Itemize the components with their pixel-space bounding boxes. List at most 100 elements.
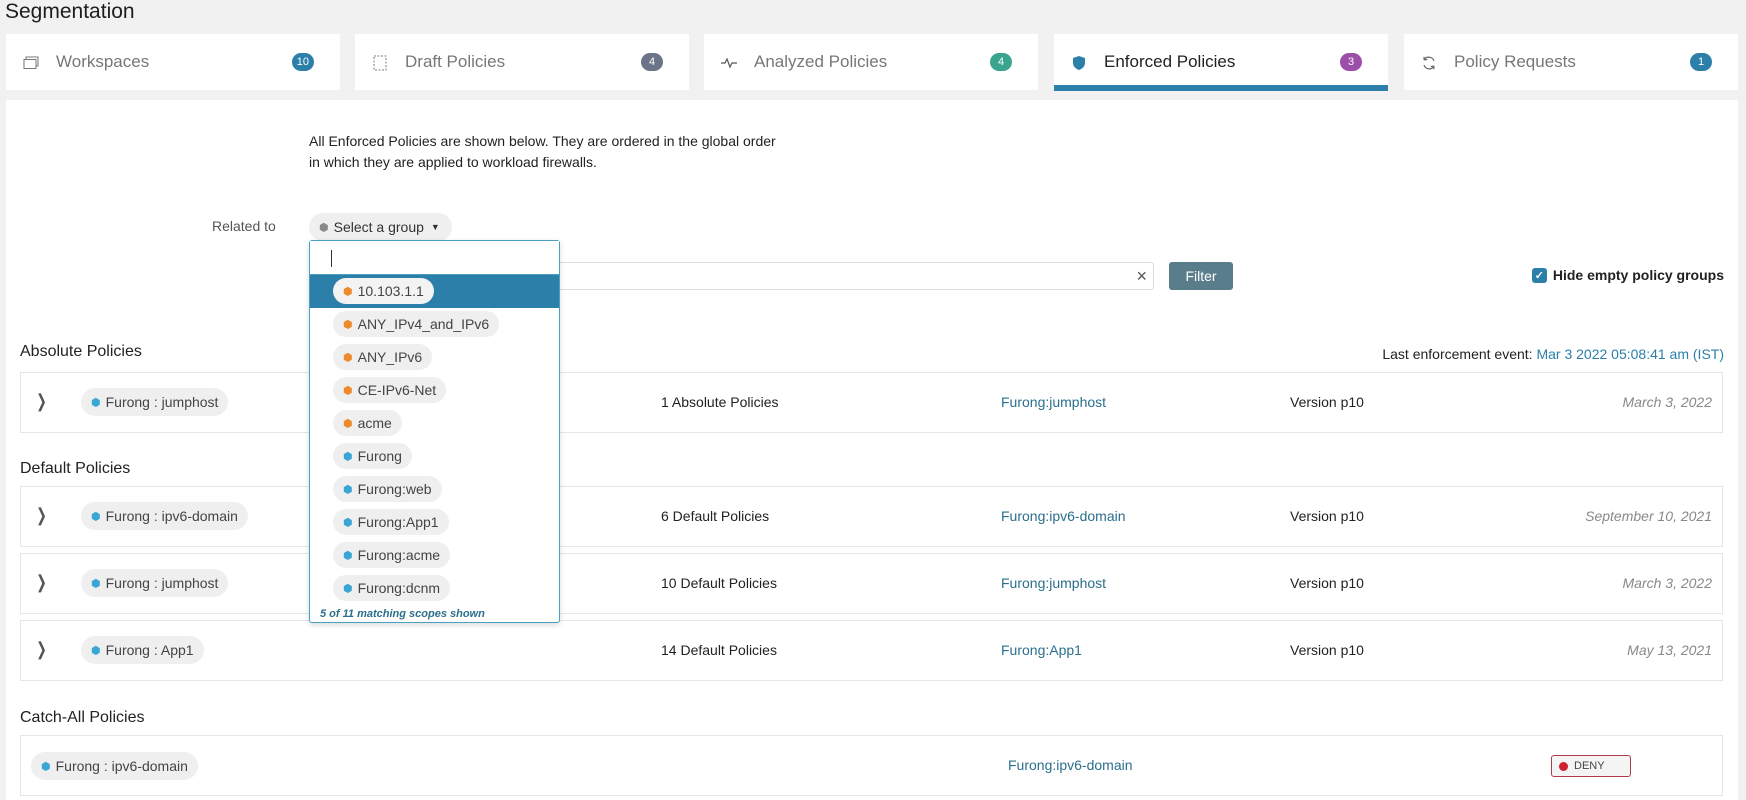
chevron-right-icon[interactable]: ❯ [36, 505, 47, 526]
tab-workspaces[interactable]: Workspaces 10 [6, 34, 340, 90]
action-badge[interactable]: DENY [1551, 755, 1631, 777]
group-option-label: Furong:web [357, 481, 432, 497]
group-pill: ⬢ ANY_IPv6 [333, 344, 433, 370]
chevron-right-icon[interactable]: ❯ [36, 639, 47, 660]
scope-pill: ⬢ Furong : ipv6-domain [31, 752, 198, 780]
policy-row[interactable]: ❯ ⬢ Furong : App1 14 Default Policies Fur… [20, 620, 1723, 681]
tab-enforced-policies[interactable]: Enforced Policies 3 [1054, 34, 1388, 91]
cube-icon: ⬢ [343, 450, 353, 463]
scope-name: Furong : ipv6-domain [105, 508, 238, 524]
policy-count: 1 Absolute Policies [661, 394, 779, 410]
last-event-label: Last enforcement event: [1382, 346, 1533, 362]
page-title: Segmentation [5, 0, 135, 23]
tab-policy-requests[interactable]: Policy Requests 1 [1404, 34, 1738, 90]
group-pill: ⬢ Furong:dcnm [333, 575, 451, 601]
group-option[interactable]: ⬢ Furong:web [310, 473, 559, 506]
tab-label: Policy Requests [1454, 52, 1576, 71]
group-option[interactable]: ⬢ Furong:App1 [310, 506, 559, 539]
group-option[interactable]: ⬢ ANY_IPv4_and_IPv6 [310, 308, 559, 341]
policy-count: 14 Default Policies [661, 642, 777, 658]
version: Version p10 [1290, 508, 1364, 524]
tab-draft-policies[interactable]: Draft Policies 4 [355, 34, 689, 90]
matching-scopes-footer: 5 of 11 matching scopes shown [320, 608, 485, 620]
scope-pill: ⬢ Furong : App1 [81, 636, 204, 664]
related-to-label: Related to [212, 218, 276, 234]
tab-label: Enforced Policies [1104, 52, 1236, 71]
filter-search-input[interactable]: × [540, 262, 1154, 290]
group-option-label: Furong [357, 448, 402, 464]
cube-icon: ⬢ [343, 516, 353, 529]
count-badge: 4 [641, 53, 663, 71]
tab-analyzed-policies[interactable]: Analyzed Policies 4 [704, 34, 1038, 90]
group-option[interactable]: ⬢ Furong [310, 440, 559, 473]
group-pill: ⬢ Furong:acme [333, 542, 451, 568]
policy-row[interactable]: ❯ ⬢ Furong : ipv6-domain 6 Default Polici… [20, 486, 1723, 547]
select-group-label: Select a group [333, 219, 424, 235]
tab-label: Draft Policies [405, 52, 506, 71]
version: Version p10 [1290, 575, 1364, 591]
group-option[interactable]: ⬢ Furong:acme [310, 539, 559, 572]
clear-icon[interactable]: × [1136, 266, 1147, 287]
hide-empty-groups-toggle[interactable]: ✓ Hide empty policy groups [1531, 267, 1724, 283]
scope-link[interactable]: Furong:App1 [1001, 642, 1082, 658]
policy-row[interactable]: ❯ ⬢ Furong : jumphost 1 Absolute Policies… [20, 372, 1723, 433]
group-pill: ⬢ Furong:web [333, 476, 442, 502]
scope-name: Furong : App1 [105, 642, 194, 658]
chevron-right-icon[interactable]: ❯ [36, 572, 47, 593]
group-option[interactable]: ⬢ ANY_IPv6 [310, 341, 559, 374]
group-option-label: ANY_IPv4_and_IPv6 [357, 316, 490, 332]
cube-icon: ⬢ [343, 351, 353, 364]
scope-link[interactable]: Furong:ipv6-domain [1001, 508, 1126, 524]
cube-icon: ⬢ [343, 582, 353, 595]
date: September 10, 2021 [1585, 508, 1712, 524]
group-search-input[interactable] [310, 241, 559, 275]
cube-icon: ⬢ [91, 510, 101, 523]
cube-icon: ⬢ [343, 384, 353, 397]
group-option[interactable]: ⬢ 10.103.1.1 [310, 275, 559, 308]
tab-label: Workspaces [56, 52, 150, 71]
checkbox-checked-icon[interactable]: ✓ [1531, 267, 1547, 283]
cube-icon: ⬢ [343, 285, 353, 298]
hide-empty-label: Hide empty policy groups [1552, 267, 1724, 283]
enforced-policies-panel [6, 100, 1738, 800]
group-option-label: Furong:dcnm [357, 580, 441, 596]
group-option[interactable]: ⬢ Furong:dcnm [310, 572, 559, 605]
group-pill: ⬢ CE-IPv6-Net [333, 377, 447, 403]
count-badge: 10 [291, 53, 314, 71]
group-option[interactable]: ⬢ acme [310, 407, 559, 440]
scope-link[interactable]: Furong:jumphost [1001, 394, 1106, 410]
shield-icon [1070, 54, 1088, 72]
policy-count: 6 Default Policies [661, 508, 770, 524]
chevron-right-icon[interactable]: ❯ [36, 391, 47, 412]
workspaces-icon [22, 54, 40, 72]
policy-count: 10 Default Policies [661, 575, 777, 591]
group-option-label: ANY_IPv6 [357, 349, 423, 365]
group-pill: ⬢ ANY_IPv4_and_IPv6 [333, 311, 500, 337]
count-badge: 1 [1690, 53, 1712, 71]
cube-icon: ⬢ [91, 644, 101, 657]
group-pill: ⬢ Furong [333, 443, 412, 469]
policy-row[interactable]: ❯ ⬢ Furong : jumphost 10 Default Policies… [20, 553, 1723, 614]
cube-icon: ⬢ [343, 417, 353, 430]
group-pill: ⬢ acme [333, 410, 402, 436]
action-label: DENY [1574, 760, 1605, 772]
date: May 13, 2021 [1627, 642, 1712, 658]
last-event-value[interactable]: Mar 3 2022 05:08:41 am (IST) [1536, 346, 1724, 362]
scope-pill: ⬢ Furong : jumphost [81, 388, 229, 416]
scope-link[interactable]: Furong:jumphost [1001, 575, 1106, 591]
section-heading-default: Default Policies [20, 460, 131, 477]
description-text: All Enforced Policies are shown below. T… [309, 133, 776, 170]
refresh-icon [1420, 54, 1438, 72]
cube-icon: ⬢ [91, 396, 101, 409]
group-option-label: 10.103.1.1 [357, 283, 424, 299]
group-option-label: Furong:App1 [357, 514, 439, 530]
group-option[interactable]: ⬢ CE-IPv6-Net [310, 374, 559, 407]
group-option-label: acme [357, 415, 392, 431]
section-heading-catchall: Catch-All Policies [20, 709, 145, 726]
group-pill: ⬢ 10.103.1.1 [333, 278, 434, 304]
scope-pill: ⬢ Furong : ipv6-domain [81, 502, 248, 530]
filter-button[interactable]: Filter [1169, 262, 1233, 290]
cube-icon: ⬢ [343, 549, 353, 562]
select-group-dropdown[interactable]: ⬢ Select a group ▼ [309, 213, 452, 241]
scope-link[interactable]: Furong:ipv6-domain [1008, 757, 1133, 773]
